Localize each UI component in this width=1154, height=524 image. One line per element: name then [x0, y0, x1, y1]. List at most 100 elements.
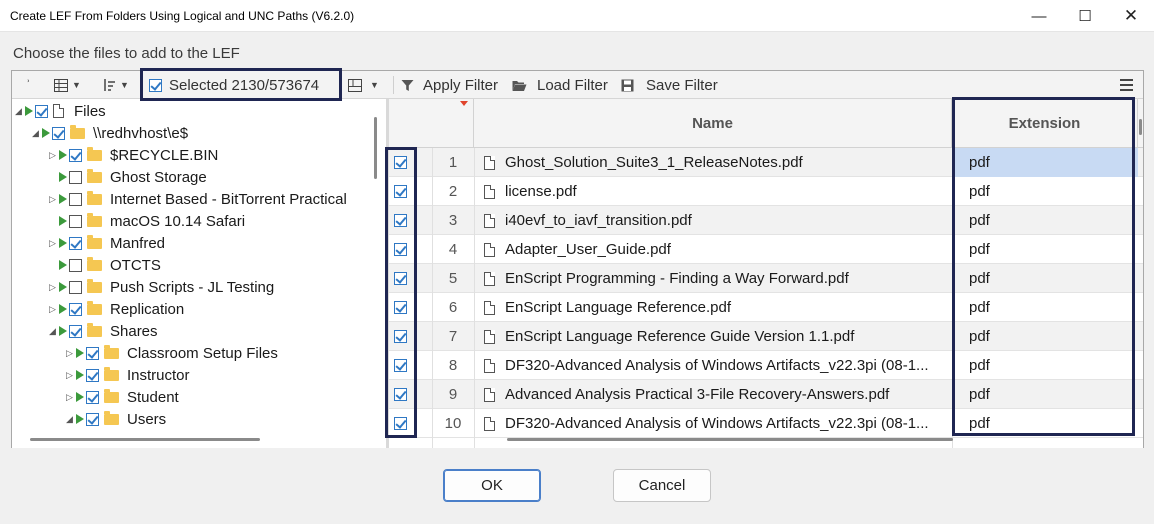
- tree-item[interactable]: ◢ Files: [15, 100, 106, 122]
- expand-arrow-icon[interactable]: ▷: [49, 238, 59, 249]
- expand-arrow-icon[interactable]: ▷: [49, 194, 59, 205]
- tree-item[interactable]: ▷ Push Scripts - JL Testing: [49, 276, 274, 298]
- ok-button[interactable]: OK: [443, 469, 541, 502]
- row-number: 4: [448, 241, 458, 258]
- file-icon: [484, 271, 495, 286]
- tree-checkbox[interactable]: [69, 280, 82, 294]
- row-number-header[interactable]: [389, 99, 474, 148]
- tree-item[interactable]: ◢ \\redhvhost\e$: [32, 122, 188, 144]
- collapse-arrow-icon[interactable]: ◢: [66, 414, 76, 425]
- expand-arrow-icon[interactable]: ▷: [49, 150, 59, 161]
- name-cell[interactable]: license.pdf: [484, 177, 950, 206]
- tree-checkbox[interactable]: [52, 126, 65, 140]
- tree-item[interactable]: ◢ Users: [66, 408, 166, 430]
- tree-checkbox[interactable]: [69, 302, 82, 316]
- row-number: 10: [444, 415, 462, 432]
- columns-button[interactable]: ▼: [54, 74, 81, 96]
- tree-item[interactable]: macOS 10.14 Safari: [49, 210, 245, 232]
- play-icon[interactable]: [59, 194, 67, 204]
- menu-button[interactable]: [1120, 74, 1133, 96]
- play-icon[interactable]: [76, 392, 84, 402]
- play-icon[interactable]: [59, 238, 67, 248]
- play-icon[interactable]: [76, 370, 84, 380]
- name-cell[interactable]: EnScript Language Reference.pdf: [484, 293, 950, 322]
- horizontal-scrollbar[interactable]: [507, 438, 953, 441]
- minimize-button[interactable]: —: [1016, 0, 1062, 32]
- load-filter-button[interactable]: Load Filter: [512, 74, 608, 96]
- name-cell[interactable]: EnScript Language Reference Guide Versio…: [484, 322, 950, 351]
- name-cell[interactable]: Ghost_Solution_Suite3_1_ReleaseNotes.pdf: [484, 148, 950, 177]
- refresh-button[interactable]: ʾ: [26, 74, 31, 96]
- tree-item[interactable]: ▷ Student: [66, 386, 179, 408]
- tree-checkbox[interactable]: [69, 148, 82, 162]
- cancel-button[interactable]: Cancel: [613, 469, 711, 502]
- tree-item[interactable]: Ghost Storage: [49, 166, 207, 188]
- title-bar: Create LEF From Folders Using Logical an…: [0, 0, 1154, 32]
- name-cell[interactable]: EnScript Programming - Finding a Way For…: [484, 264, 950, 293]
- tree-checkbox[interactable]: [69, 258, 82, 272]
- checkbox-column-highlight: [385, 147, 417, 438]
- tree-item[interactable]: ▷ Replication: [49, 298, 184, 320]
- sort-icon: [104, 79, 115, 91]
- tree-item[interactable]: ▷ Manfred: [49, 232, 165, 254]
- name-cell[interactable]: DF320-Advanced Analysis of Windows Artif…: [484, 409, 950, 438]
- name-cell[interactable]: i40evf_to_iavf_transition.pdf: [484, 206, 950, 235]
- expand-arrow-icon[interactable]: ▷: [66, 348, 76, 359]
- play-icon[interactable]: [59, 304, 67, 314]
- collapse-arrow-icon[interactable]: ◢: [15, 106, 25, 117]
- tree-checkbox[interactable]: [86, 412, 99, 426]
- play-icon[interactable]: [59, 282, 67, 292]
- play-icon[interactable]: [25, 106, 33, 116]
- tree-checkbox[interactable]: [69, 214, 82, 228]
- play-icon[interactable]: [59, 260, 67, 270]
- tree-item[interactable]: ▷ Instructor: [66, 364, 190, 386]
- tree-checkbox[interactable]: [35, 104, 48, 118]
- save-filter-button[interactable]: Save Filter: [621, 74, 718, 96]
- chevron-down-icon: ▼: [72, 80, 81, 90]
- tree-checkbox[interactable]: [86, 368, 99, 382]
- file-name: Adapter_User_Guide.pdf: [505, 241, 671, 258]
- play-icon[interactable]: [59, 326, 67, 336]
- tree-item[interactable]: ▷ Classroom Setup Files: [66, 342, 278, 364]
- name-cell[interactable]: Advanced Analysis Practical 3-File Recov…: [484, 380, 950, 409]
- tree-checkbox[interactable]: [69, 324, 82, 338]
- maximize-button[interactable]: ☐: [1062, 0, 1108, 32]
- play-icon[interactable]: [59, 172, 67, 182]
- expand-arrow-icon[interactable]: ▷: [66, 370, 76, 381]
- play-icon[interactable]: [42, 128, 50, 138]
- folder-icon: [87, 322, 102, 337]
- play-icon[interactable]: [76, 414, 84, 424]
- extension-column-highlight: [952, 97, 1135, 436]
- tree-item-label: macOS 10.14 Safari: [110, 212, 246, 230]
- collapse-arrow-icon[interactable]: ◢: [32, 128, 42, 139]
- sort-button[interactable]: ▼: [102, 74, 129, 96]
- horizontal-scrollbar[interactable]: [30, 438, 260, 441]
- close-button[interactable]: ✕: [1108, 0, 1154, 32]
- name-column-header[interactable]: Name: [474, 99, 952, 148]
- collapse-arrow-icon[interactable]: ◢: [49, 326, 59, 337]
- tree-item[interactable]: ◢ Shares: [49, 320, 158, 342]
- file-icon: [484, 242, 495, 257]
- tree-checkbox[interactable]: [69, 170, 82, 184]
- tree-checkbox[interactable]: [69, 236, 82, 250]
- folder-icon: [87, 146, 102, 161]
- folder-tree[interactable]: ◢ Files ◢ \\redhvhost\e$ ▷ $RECYCLE.BIN Ghost …: [12, 99, 386, 448]
- name-cell[interactable]: DF320-Advanced Analysis of Windows Artif…: [484, 351, 950, 380]
- tree-item[interactable]: ▷ $RECYCLE.BIN: [49, 144, 218, 166]
- vertical-scrollbar[interactable]: [1139, 119, 1142, 135]
- play-icon[interactable]: [59, 216, 67, 226]
- vertical-scrollbar[interactable]: [374, 117, 377, 179]
- tree-checkbox[interactable]: [69, 192, 82, 206]
- expand-arrow-icon[interactable]: ▷: [49, 304, 59, 315]
- play-icon[interactable]: [59, 150, 67, 160]
- expand-arrow-icon[interactable]: ▷: [49, 282, 59, 293]
- tree-checkbox[interactable]: [86, 390, 99, 404]
- play-icon[interactable]: [76, 348, 84, 358]
- layout-button[interactable]: ▼: [348, 74, 379, 96]
- name-cell[interactable]: Adapter_User_Guide.pdf: [484, 235, 950, 264]
- tree-item[interactable]: OTCTS: [49, 254, 161, 276]
- tree-item[interactable]: ▷ Internet Based - BitTorrent Practical: [49, 188, 347, 210]
- expand-arrow-icon[interactable]: ▷: [66, 392, 76, 403]
- tree-checkbox[interactable]: [86, 346, 99, 360]
- apply-filter-button[interactable]: Apply Filter: [401, 74, 498, 96]
